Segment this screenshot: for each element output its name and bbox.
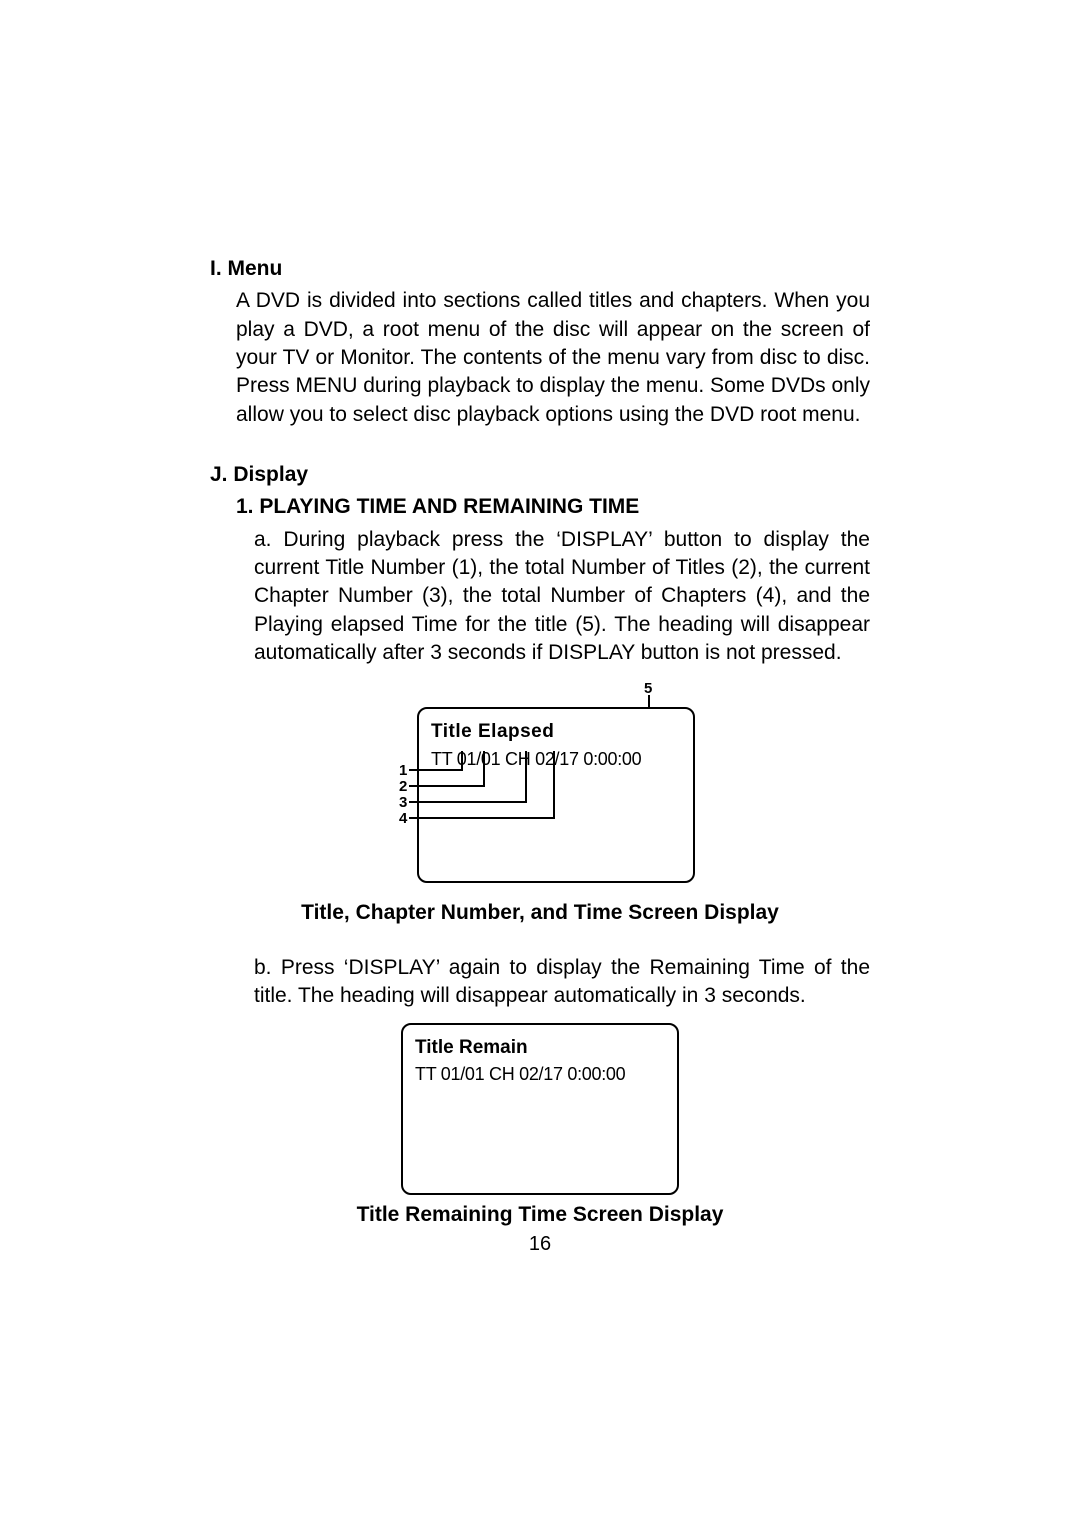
section-i-heading: I. Menu bbox=[210, 255, 870, 283]
figure-2-title: Title Remain bbox=[415, 1035, 667, 1061]
page-number: 16 bbox=[529, 1231, 551, 1258]
section-j-sub1-heading: 1. PLAYING TIME AND REMAINING TIME bbox=[236, 493, 870, 521]
figure-2-container: Title Remain TT 01/01 CH 02/17 0:00:00 T… bbox=[210, 1023, 870, 1258]
leader-2-h bbox=[409, 785, 485, 787]
leader-2-v bbox=[483, 751, 485, 785]
section-j-heading: J. Display bbox=[210, 461, 870, 489]
figure-1-line2: TT 01/01 CH 02/17 0:00:00 bbox=[431, 747, 683, 771]
leader-4-v bbox=[553, 751, 555, 817]
leader-1-h bbox=[409, 769, 463, 771]
figure-2-box: Title Remain TT 01/01 CH 02/17 0:00:00 bbox=[401, 1023, 679, 1195]
leader-4-h bbox=[409, 817, 555, 819]
callout-4: 4 bbox=[399, 809, 407, 829]
section-i-body: A DVD is divided into sections called ti… bbox=[236, 287, 870, 429]
figure-1-box: Title Elapsed TT 01/01 CH 02/17 0:00:00 bbox=[417, 707, 695, 883]
figure-2-line2: TT 01/01 CH 02/17 0:00:00 bbox=[415, 1062, 667, 1086]
figure-1-container: 5 Title Elapsed TT 01/01 CH 02/17 0:00:0… bbox=[210, 679, 870, 927]
section-j-sub1-a: a. During playback press the ‘DISPLAY’ b… bbox=[254, 526, 870, 668]
leader-3-v bbox=[525, 751, 527, 801]
leader-3-h bbox=[409, 801, 527, 803]
figure-1-title: Title Elapsed bbox=[431, 719, 683, 745]
figure-1: 5 Title Elapsed TT 01/01 CH 02/17 0:00:0… bbox=[377, 679, 703, 893]
figure-1-caption: Title, Chapter Number, and Time Screen D… bbox=[301, 899, 779, 927]
leader-1-v bbox=[461, 751, 463, 769]
section-j-sub1-b: b. Press ‘DISPLAY’ again to display the … bbox=[254, 954, 870, 1011]
figure-2-caption: Title Remaining Time Screen Display bbox=[357, 1201, 724, 1229]
